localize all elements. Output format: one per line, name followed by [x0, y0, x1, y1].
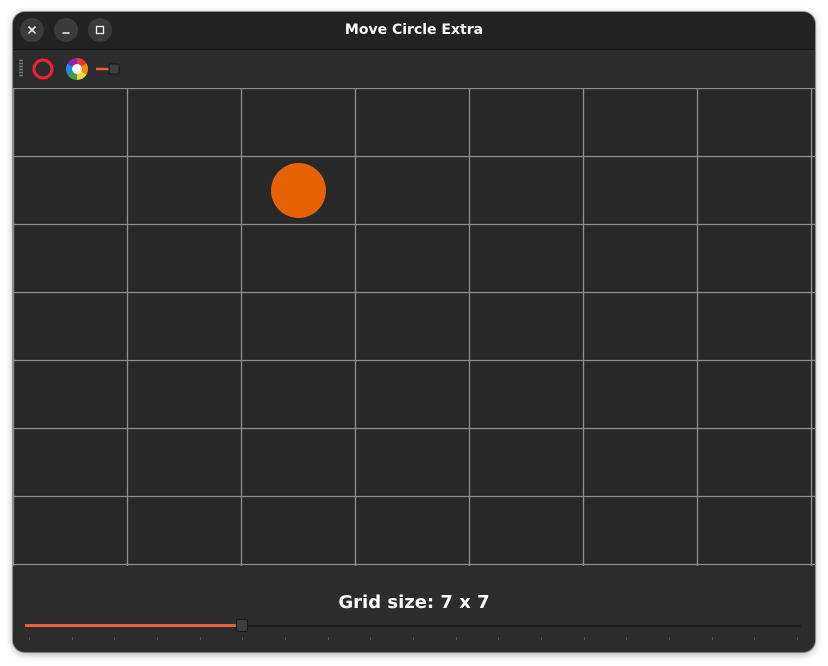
slider-tick [157, 637, 158, 640]
slider-tick [285, 637, 286, 640]
slider-tick [455, 637, 457, 640]
grid-canvas[interactable] [13, 88, 815, 566]
toolbar [13, 50, 815, 88]
circle-ring-icon [31, 57, 55, 81]
slider-tick [797, 637, 798, 640]
slider-tick [669, 637, 670, 640]
slider-tick [711, 637, 713, 640]
slider-tick [199, 637, 201, 640]
color-wheel-icon [66, 58, 88, 80]
slider-handle[interactable] [236, 619, 248, 632]
toolbar-grip[interactable] [19, 59, 23, 77]
circle-tool-button[interactable] [30, 56, 56, 82]
board-background [13, 88, 815, 566]
title-bar[interactable]: Move Circle Extra [13, 12, 815, 50]
slider-tick [242, 637, 244, 640]
slider-tick [114, 637, 116, 640]
slider-tick [71, 637, 73, 640]
slider-tick [541, 637, 542, 640]
movable-circle[interactable] [271, 163, 326, 218]
slider-fill [25, 624, 242, 627]
color-tool-button[interactable] [64, 56, 90, 82]
app-window: Move Circle Extra Grid size: 7 x 7 [13, 12, 815, 652]
slider-tick [583, 637, 585, 640]
grid-board[interactable] [13, 88, 815, 566]
slider-tick [413, 637, 414, 640]
slider-tick [754, 637, 756, 640]
slider-tick [370, 637, 372, 640]
slider-tick [327, 637, 329, 640]
grid-size-slider[interactable] [25, 618, 801, 642]
slider-tick [626, 637, 628, 640]
slider-tick [29, 637, 30, 640]
slider-icon [96, 63, 120, 75]
footer-panel: Grid size: 7 x 7 [13, 566, 815, 652]
window-title: Move Circle Extra [344, 22, 484, 38]
slider-tool-button[interactable] [95, 56, 121, 82]
grid-size-label: Grid size: 7 x 7 [338, 592, 490, 613]
slider-tick [498, 637, 500, 640]
